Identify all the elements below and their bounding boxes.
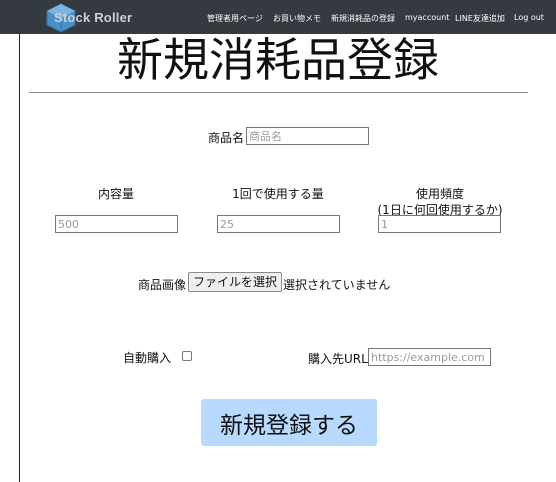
nav-link-line-friend[interactable]: LINE友達追加 xyxy=(455,13,505,24)
brand-name[interactable]: Stock Roller xyxy=(54,10,132,25)
nav-link-admin[interactable]: 管理者用ページ xyxy=(207,13,263,24)
per-use-amount-label: 1回で使用する量 xyxy=(232,187,324,201)
content-amount-input[interactable] xyxy=(55,215,178,233)
file-status-text: 選択されていません xyxy=(283,278,391,292)
product-name-label: 商品名 xyxy=(208,131,245,145)
purchase-url-label: 購入先URL xyxy=(308,352,368,366)
frequency-label: 使用頻度 xyxy=(415,187,464,201)
page-title: 新規消耗品登録 xyxy=(117,33,439,87)
content-amount-label: 内容量 xyxy=(97,187,134,201)
auto-purchase-label: 自動購入 xyxy=(123,351,172,365)
page-border xyxy=(19,34,20,482)
per-use-amount-input[interactable] xyxy=(217,215,340,233)
choose-file-button[interactable]: ファイルを選択 xyxy=(188,272,283,292)
nav-link-logout[interactable]: Log out xyxy=(514,13,544,22)
nav-link-shopping-memo[interactable]: お買い物メモ xyxy=(273,13,321,24)
register-submit-button[interactable]: 新規登録する xyxy=(201,399,377,446)
navbar: Stock Roller 管理者用ページ お買い物メモ 新規消耗品の登録 mya… xyxy=(0,0,556,34)
product-image-label: 商品画像 xyxy=(138,278,187,292)
nav-link-myaccount[interactable]: myaccount xyxy=(405,13,449,22)
auto-purchase-checkbox[interactable] xyxy=(182,351,192,361)
nav-link-new-item[interactable]: 新規消耗品の登録 xyxy=(331,13,395,24)
product-name-input[interactable] xyxy=(246,127,369,145)
frequency-input[interactable] xyxy=(378,215,501,233)
purchase-url-input[interactable] xyxy=(368,348,491,366)
title-divider xyxy=(29,92,528,93)
